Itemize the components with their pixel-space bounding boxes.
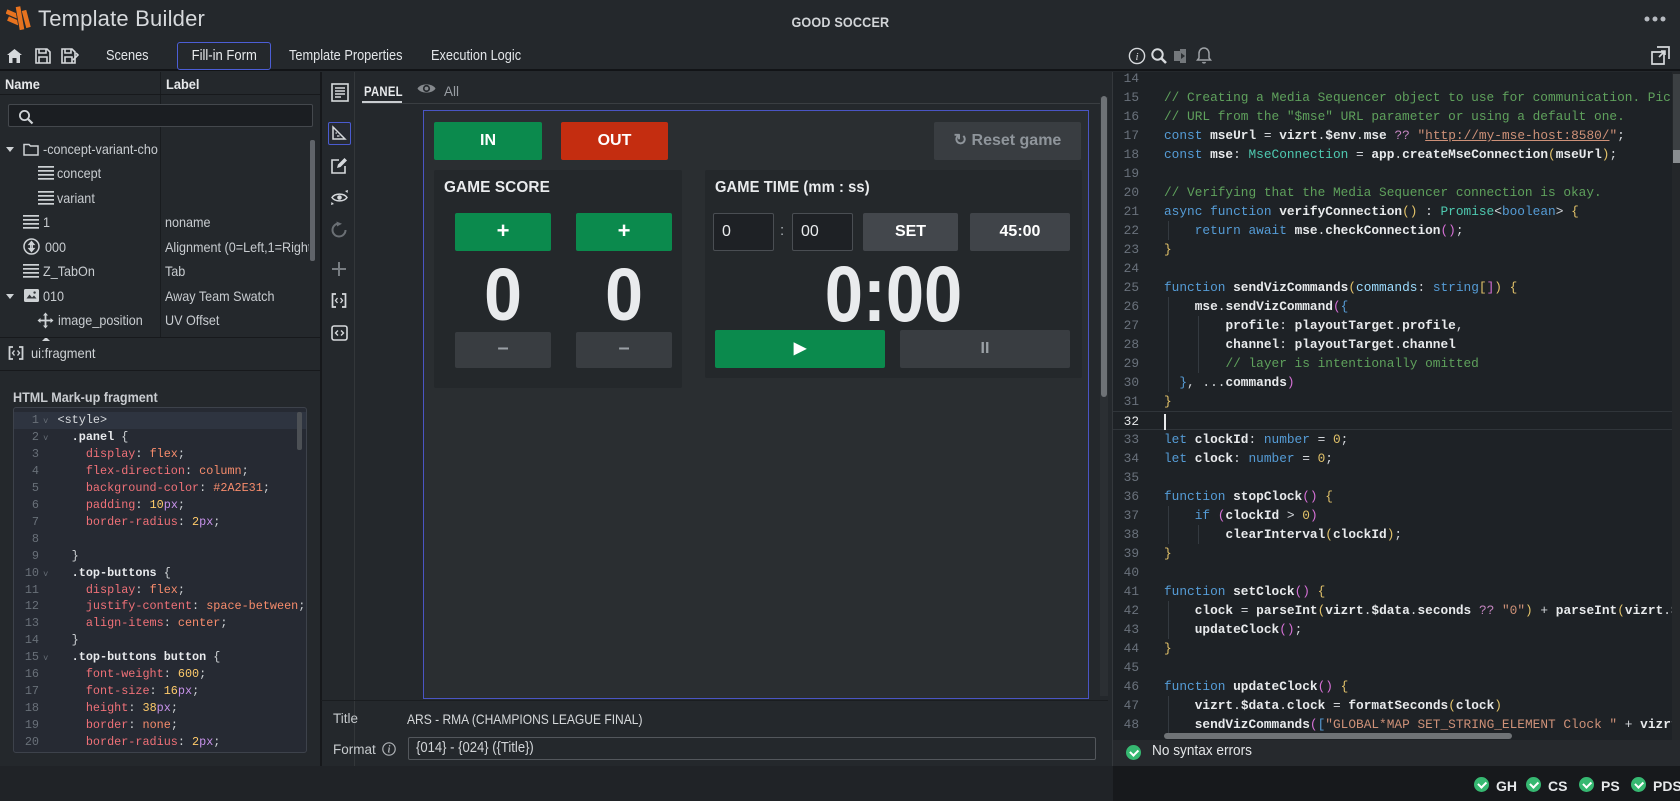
svg-text:i: i (1135, 51, 1138, 63)
svg-text:i: i (387, 744, 390, 755)
